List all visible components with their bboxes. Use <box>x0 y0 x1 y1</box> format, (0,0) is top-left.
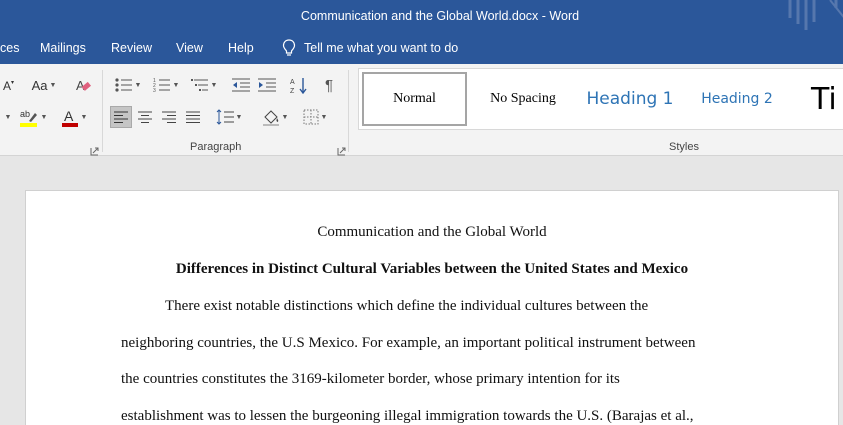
paragraph-line: There exist notable distinctions which d… <box>165 298 649 314</box>
justify-button[interactable] <box>182 106 204 128</box>
tell-me-box[interactable]: Tell me what you want to do <box>282 39 458 57</box>
style-normal-label: Normal <box>393 91 436 106</box>
styles-gallery: Normal No Spacing Heading 1 Heading 2 Ti <box>358 68 843 130</box>
multilevel-list-icon <box>190 79 208 91</box>
group-separator <box>102 70 103 152</box>
tab-review[interactable]: Review <box>111 41 152 55</box>
style-heading-2[interactable]: Heading 2 <box>685 69 789 129</box>
tab-references[interactable]: ces <box>0 41 19 55</box>
ribbon-tabs: ces Mailings Review View Help Tell me wh… <box>0 33 843 64</box>
svg-text:A: A <box>3 79 11 92</box>
increase-indent-icon <box>258 78 276 92</box>
clear-formatting-button[interactable]: A <box>72 74 94 96</box>
group-separator <box>348 70 349 152</box>
chevron-down-icon: ▼ <box>49 81 57 89</box>
paint-bucket-icon <box>262 110 279 126</box>
bullets-button[interactable]: ▼ <box>110 74 146 96</box>
sort-button[interactable]: A Z <box>288 74 310 96</box>
show-formatting-marks-button[interactable]: ¶ <box>318 74 340 96</box>
align-center-icon <box>138 111 152 123</box>
paragraph-line: the countries constitutes the 3169-kilom… <box>121 371 620 387</box>
window-title: Communication and the Global World.docx … <box>300 9 580 23</box>
borders-button[interactable]: ▼ <box>298 106 332 128</box>
align-right-icon <box>162 111 176 123</box>
highlight-color-button[interactable]: ab ▼ <box>16 106 50 128</box>
paragraph-group-label: Paragraph <box>190 141 242 153</box>
clear-formatting-icon: A <box>76 78 91 93</box>
document-page[interactable]: Communication and the Global World Diffe… <box>25 190 839 425</box>
svg-text:▾: ▾ <box>11 80 14 86</box>
decorative-pattern-icon <box>788 0 843 30</box>
sort-icon: A Z <box>290 78 307 94</box>
align-right-button[interactable] <box>158 106 180 128</box>
paragraph-dialog-launcher-icon[interactable] <box>337 143 346 156</box>
increase-indent-button[interactable] <box>256 74 278 96</box>
paragraph-line: establishment was to lessen the burgeoni… <box>121 408 694 424</box>
font-size-decrease-button[interactable]: A ▾ <box>0 74 20 96</box>
paragraph-line: neighboring countries, the U.S Mexico. F… <box>121 335 696 351</box>
align-center-button[interactable] <box>134 106 156 128</box>
svg-text:A: A <box>290 79 295 86</box>
lightbulb-icon <box>282 39 296 56</box>
styles-group-label: Styles <box>669 141 699 153</box>
style-no-spacing-label: No Spacing <box>490 91 556 106</box>
font-color-icon: A <box>61 108 78 127</box>
style-heading-1-label: Heading 1 <box>586 89 674 109</box>
change-case-button[interactable]: Aa ▼ <box>28 74 60 96</box>
svg-text:A: A <box>64 108 74 124</box>
style-title[interactable]: Ti <box>811 69 843 129</box>
document-title: Communication and the Global World <box>317 224 547 240</box>
tab-view[interactable]: View <box>176 41 203 55</box>
ribbon: A ▾ Aa ▼ A ▼ ab ▼ A ▼ ▼ 1 2 3 ▼ ▼ A Z ¶ … <box>0 64 843 156</box>
svg-text:ab: ab <box>20 109 30 119</box>
borders-icon <box>303 109 319 125</box>
numbering-icon: 123 <box>153 78 170 93</box>
document-heading: Differences in Distinct Cultural Variabl… <box>175 261 689 277</box>
numbering-button[interactable]: 123 ▼ <box>148 74 184 96</box>
bullets-icon <box>114 78 132 92</box>
line-spacing-icon <box>216 109 234 125</box>
align-left-icon <box>114 111 128 123</box>
tab-help[interactable]: Help <box>228 41 254 55</box>
font-dialog-launcher-icon[interactable] <box>90 143 99 156</box>
tell-me-input[interactable]: Tell me what you want to do <box>304 41 458 55</box>
chevron-down-icon[interactable]: ▼ <box>0 106 14 128</box>
align-left-button[interactable] <box>110 106 132 128</box>
shading-button[interactable]: ▼ <box>258 106 292 128</box>
style-title-label: Ti <box>811 81 837 117</box>
highlighter-icon: ab <box>19 109 37 127</box>
svg-text:Z: Z <box>290 88 295 94</box>
change-case-label: Aa <box>31 77 48 93</box>
justify-icon <box>186 111 200 123</box>
style-no-spacing[interactable]: No Spacing <box>471 69 575 129</box>
decrease-indent-icon <box>232 78 250 92</box>
title-bar: Communication and the Global World.docx … <box>0 0 843 33</box>
svg-text:3: 3 <box>153 88 156 93</box>
style-heading-2-label: Heading 2 <box>701 91 773 107</box>
pilcrow-icon: ¶ <box>324 76 334 94</box>
style-heading-1[interactable]: Heading 1 <box>577 69 683 129</box>
document-area: Communication and the Global World Diffe… <box>0 157 843 425</box>
line-spacing-button[interactable]: ▼ <box>212 106 246 128</box>
multilevel-list-button[interactable]: ▼ <box>186 74 222 96</box>
font-color-button[interactable]: A ▼ <box>56 106 92 128</box>
tab-mailings[interactable]: Mailings <box>40 41 86 55</box>
decrease-indent-button[interactable] <box>230 74 252 96</box>
style-normal[interactable]: Normal <box>362 72 467 126</box>
